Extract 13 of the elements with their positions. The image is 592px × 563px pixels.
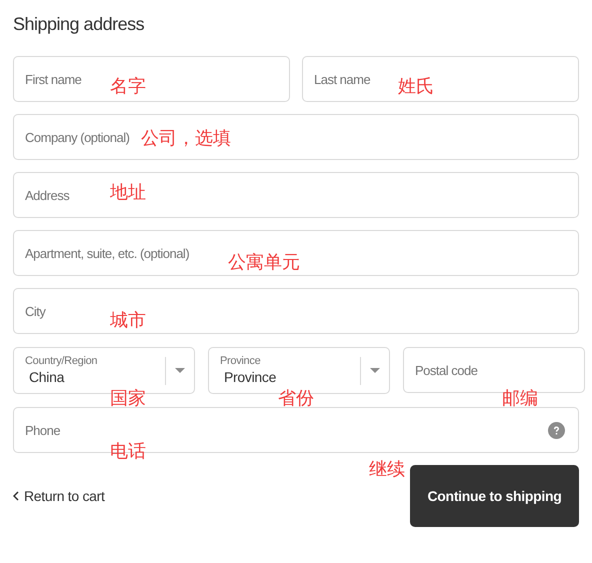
section-heading: Shipping address <box>13 13 146 36</box>
continue-button[interactable]: Continue to shipping <box>410 465 579 527</box>
chevron-left-icon <box>13 491 19 501</box>
caret-icon <box>175 368 185 373</box>
annotation-text: 姓氏 <box>398 76 434 98</box>
annotation-text: 城市 <box>110 310 146 332</box>
annotation-text: 公寓单元 <box>228 252 300 274</box>
annotation-text: 名字 <box>110 76 146 98</box>
annotation-text: 继续 <box>369 459 405 481</box>
annotation-text: 地址 <box>110 182 146 204</box>
annotation-text: 公司，选填 <box>141 128 231 150</box>
caret-icon <box>370 368 380 373</box>
return-link[interactable]: Return to cart <box>13 486 105 506</box>
